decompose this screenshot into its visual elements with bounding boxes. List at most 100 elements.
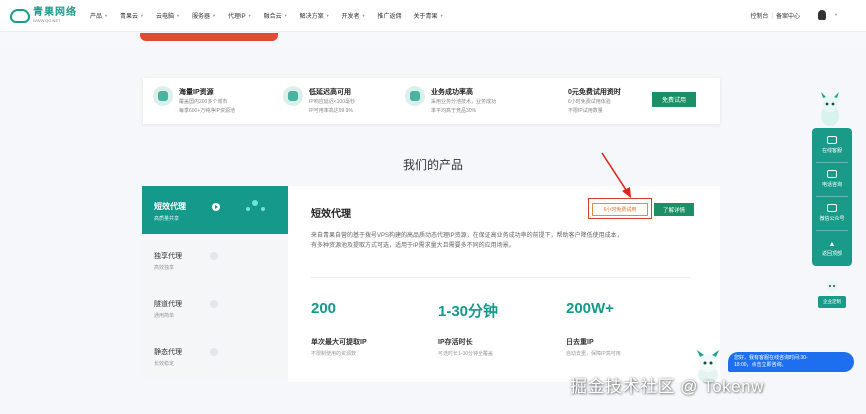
- chevron-down-icon: ▼: [439, 13, 444, 18]
- tab-sub: 通用简单: [154, 313, 175, 319]
- wechat-icon: [827, 204, 837, 212]
- tab-sub: 长效稳定: [154, 361, 175, 367]
- sidebar-divider: [816, 230, 848, 231]
- feature-title: 业务成功率高: [431, 89, 473, 96]
- nav-right: 控制台 | 备案中心: [750, 11, 800, 21]
- chevron-down-icon: ▼: [361, 13, 366, 18]
- chevron-down-icon: ▼: [834, 12, 838, 17]
- nav-item-fusion-cloud[interactable]: 融合云 ▼: [264, 11, 288, 20]
- top-nav: 青果网络 WWW.QG.NET 产品 ▼ 青果云 ▼ 云电脑 ▼ 服务器 ▼ 代理IP ▼…: [0, 0, 866, 32]
- product-detail: 短效代理 6小时免费试用 了解详情 来自青果自营的基于拨号VPS构建的高品质动态…: [288, 186, 720, 382]
- stat-value: 200: [311, 300, 337, 317]
- tab-short-proxy[interactable]: 短效代理 高质量共享: [142, 186, 288, 234]
- feature-desc: 率平均高于竞品30%: [431, 108, 477, 114]
- chevron-down-icon: ▼: [175, 13, 180, 18]
- stat-label: 单次最大可提取IP: [311, 339, 367, 346]
- feature-title: 海量IP资源: [179, 89, 214, 96]
- section-title: 我们的产品: [402, 158, 463, 172]
- tab-label: 独享代理: [154, 253, 182, 260]
- phone-icon: [827, 170, 837, 178]
- mascot-small-icon: [826, 280, 838, 292]
- logo[interactable]: 青果网络 WWW.QG.NET: [10, 8, 82, 23]
- sidebar-label: 微信公众号: [819, 216, 845, 222]
- nav-item-servers[interactable]: 服务器 ▼: [192, 11, 216, 20]
- tab-tunnel-proxy[interactable]: 隧道代理 通用简单: [142, 284, 288, 332]
- stat-sub: 不限制使用的资源数: [311, 351, 357, 357]
- nav-menu: 产品 ▼ 青果云 ▼ 云电脑 ▼ 服务器 ▼ 代理IP ▼ 融合云 ▼ 解决方案 ▼ 开发者 ▼…: [90, 11, 456, 20]
- feature-desc: 覆盖国内200多个城市: [179, 99, 228, 105]
- nav-item-about[interactable]: 关于青果 ▼: [414, 11, 444, 20]
- feature-low-latency: 低延迟高可用 IP响应延迟<100毫秒 IP可用率高达99.9%: [283, 86, 355, 115]
- nav-item-cloud-pc[interactable]: 云电脑 ▼: [156, 11, 180, 20]
- divider: [311, 277, 691, 278]
- stat-label: 日去重IP: [566, 339, 594, 346]
- chat-text: 您好，我有客服在线咨询时间:30-: [734, 355, 808, 361]
- logo-name: 青果网络: [33, 7, 77, 18]
- annotation-arrow-icon: [601, 152, 631, 198]
- globe-icon: [153, 86, 173, 106]
- watermark: 掘金技术社区 @ Tokenw: [570, 377, 764, 396]
- sidebar-label: 返回顶部: [821, 251, 842, 257]
- chevron-down-icon: ▼: [283, 13, 288, 18]
- sidebar-online-service[interactable]: 在线客服: [812, 128, 852, 162]
- arrow-right-icon: [210, 348, 218, 356]
- stat-sub: 自动去重，保障IP高可用: [566, 351, 621, 357]
- cloud-logo-icon: [10, 8, 30, 23]
- feature-desc: IP可用率高达99.9%: [309, 108, 353, 114]
- feature-desc: 采用业务分池技术，业务成功: [431, 99, 497, 105]
- nav-separator: |: [771, 12, 773, 19]
- stat-sub: 可选时长1-30分钟全覆盖: [438, 351, 494, 357]
- feature-desc: 不限IP试用数量: [568, 108, 603, 114]
- nav-item-solutions[interactable]: 解决方案 ▼: [300, 11, 330, 20]
- arrow-right-icon: [210, 300, 218, 308]
- description-line: 有多种资源池及提取方式可选，适用于IP需求量大且需要多不同的应用场景。: [311, 243, 515, 249]
- feature-title: 低延迟高可用: [309, 89, 351, 96]
- sidebar-label: 在线客服: [821, 148, 842, 154]
- sidebar-back-to-top[interactable]: ▲ 返回顶部: [812, 232, 852, 266]
- feature-desc: 6小时免费试用体验: [568, 99, 611, 105]
- tab-label: 隧道代理: [154, 301, 182, 308]
- chat-icon: [827, 136, 837, 144]
- feature-desc: 每季600+万纯净IP资源池: [179, 108, 235, 114]
- arrow-right-icon: [212, 203, 220, 211]
- description-line: 来自青果自营的基于拨号VPS构建的高品质动态代理IP资源，在保证高业务成功率的前…: [311, 233, 623, 239]
- tab-label: 短效代理: [154, 202, 186, 211]
- features-bar: 海量IP资源 覆盖国内200多个城市 每季600+万纯净IP资源池 低延迟高可用…: [143, 78, 720, 124]
- chevron-down-icon: ▼: [325, 13, 330, 18]
- hero-button[interactable]: [140, 33, 278, 41]
- nav-item-products[interactable]: 产品 ▼: [90, 11, 108, 20]
- stat-label: IP存活时长: [438, 339, 473, 346]
- feature-free-trial: 0元免费试用资时 6小时免费试用体验 不限IP试用数量: [568, 86, 621, 115]
- sidebar-phone[interactable]: 电话咨询: [812, 162, 852, 196]
- chevron-down-icon: ▼: [104, 13, 108, 18]
- nav-item-qingguo-cloud[interactable]: 青果云 ▼: [120, 11, 144, 20]
- user-avatar-icon[interactable]: [818, 10, 826, 20]
- learn-more-button[interactable]: 了解详情: [654, 203, 694, 216]
- arrow-right-icon: [210, 252, 218, 260]
- sidebar-wechat[interactable]: 微信公众号: [812, 196, 852, 230]
- enterprise-custom-button[interactable]: 企业定制: [818, 296, 846, 308]
- arrow-up-icon: ▲: [828, 241, 836, 248]
- chat-bubble[interactable]: 您好，我有客服在线咨询时间:30- 18:00，点击立即咨询。: [728, 352, 854, 372]
- mascot-icon: [821, 92, 839, 126]
- stat-daily-ip: 200W+ 日去重IP 自动去重，保障IP高可用: [566, 300, 621, 357]
- stat-value: 200W+: [566, 300, 614, 317]
- tab-static-proxy[interactable]: 静态代理 长效稳定: [142, 332, 288, 380]
- sparkle-icon: [239, 196, 273, 220]
- floating-sidebar: 在线客服 电话咨询 微信公众号 ▲ 返回顶部: [812, 128, 852, 266]
- sidebar-label: 电话咨询: [821, 182, 842, 188]
- nav-item-proxy-ip[interactable]: 代理IP ▼: [228, 11, 252, 20]
- product-title: 短效代理: [311, 209, 351, 220]
- free-trial-6h-button[interactable]: 6小时免费试用: [592, 203, 648, 216]
- tab-sub: 高质量共享: [154, 216, 180, 222]
- free-trial-button[interactable]: 免费试用: [652, 92, 696, 107]
- nav-item-developers[interactable]: 开发者 ▼: [342, 11, 366, 20]
- console-link[interactable]: 控制台: [750, 11, 768, 20]
- tab-dedicated-proxy[interactable]: 独享代理 高效独享: [142, 236, 288, 284]
- chat-text: 18:00，点击立即咨询。: [734, 362, 787, 368]
- product-tabs: 短效代理 高质量共享 独享代理 高效独享 隧道代理 通用简单 静态代理 长效稳定: [142, 186, 288, 382]
- tab-label: 静态代理: [154, 349, 182, 356]
- nav-item-referral[interactable]: 推广返佣: [378, 11, 402, 20]
- stat-ip-lifetime: 1-30分钟 IP存活时长 可选时长1-30分钟全覆盖: [438, 300, 498, 357]
- account-link[interactable]: 备案中心: [776, 11, 800, 20]
